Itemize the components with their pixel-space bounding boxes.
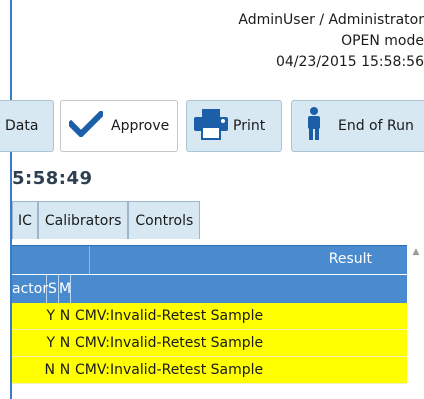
m-cell: N bbox=[59, 335, 71, 351]
s-cell: Y bbox=[46, 308, 55, 324]
tab-ic[interactable]: IC bbox=[12, 201, 38, 239]
table-row[interactable]: Y N CMV:Invalid-Retest Sample bbox=[12, 303, 407, 330]
print-button[interactable]: Print bbox=[186, 100, 282, 152]
results-table: Result actor S M Y N CMV:Invalid-Retest … bbox=[12, 245, 407, 384]
tab-controls-label: Controls bbox=[135, 212, 194, 229]
data-button[interactable]: Data bbox=[0, 100, 54, 152]
print-button-label: Print bbox=[233, 118, 266, 134]
result-column-header[interactable]: Result bbox=[329, 251, 372, 267]
toolbar: Data Approve Print End of Run bbox=[0, 100, 424, 154]
tab-bar: IC Calibrators Controls bbox=[12, 201, 201, 239]
header-datetime: 04/23/2015 15:58:56 bbox=[275, 54, 424, 70]
data-button-label: Data bbox=[5, 118, 39, 134]
approve-button[interactable]: Approve bbox=[60, 100, 178, 152]
end-of-run-button-label: End of Run bbox=[338, 118, 414, 134]
s-cell: Y bbox=[46, 335, 55, 351]
result-cell: CMV:Invalid-Retest Sample bbox=[75, 362, 264, 378]
m-cell: N bbox=[59, 308, 71, 324]
s-cell: N bbox=[44, 362, 55, 378]
table-row[interactable]: N N CMV:Invalid-Retest Sample bbox=[12, 357, 407, 384]
header-divider bbox=[89, 246, 90, 274]
checkmark-icon bbox=[66, 109, 106, 141]
user-name: AdminUser / Administrator bbox=[238, 12, 424, 28]
s-column-header[interactable]: S bbox=[47, 275, 59, 303]
table-row[interactable]: Y N CMV:Invalid-Retest Sample bbox=[12, 330, 407, 357]
tab-controls[interactable]: Controls bbox=[128, 201, 201, 239]
m-cell: N bbox=[59, 362, 71, 378]
end-of-run-button[interactable]: End of Run bbox=[291, 100, 424, 152]
tab-ic-label: IC bbox=[18, 212, 32, 229]
result-cell: CMV:Invalid-Retest Sample bbox=[75, 308, 264, 324]
mode-label: OPEN mode bbox=[341, 33, 424, 49]
printer-icon bbox=[193, 108, 229, 144]
user-session-info: AdminUser / Administrator OPEN mode 04/2… bbox=[238, 10, 424, 73]
run-time-display: 5:58:49 bbox=[12, 168, 93, 189]
table-group-header: Result bbox=[12, 245, 407, 274]
tab-calibrators-label: Calibrators bbox=[44, 212, 122, 229]
result-column-spacer bbox=[71, 275, 407, 303]
factor-column-header[interactable]: actor bbox=[12, 275, 48, 303]
scroll-up-icon[interactable]: ▲ bbox=[409, 245, 423, 259]
m-column-header[interactable]: M bbox=[59, 275, 71, 303]
tab-calibrators[interactable]: Calibrators bbox=[37, 201, 129, 239]
result-cell: CMV:Invalid-Retest Sample bbox=[75, 335, 264, 351]
approve-button-label: Approve bbox=[111, 118, 170, 134]
person-icon bbox=[306, 107, 322, 145]
table-column-header-row: actor S M bbox=[12, 274, 407, 303]
